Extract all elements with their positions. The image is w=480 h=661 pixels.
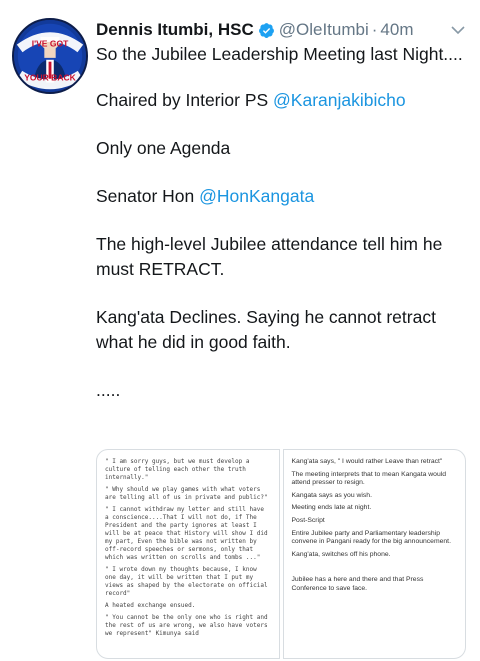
chevron-down-icon[interactable] — [450, 22, 466, 38]
avatar[interactable]: I'VE GOT YOUR BACK — [12, 18, 88, 94]
left-line: " Why should we play games with what vot… — [105, 486, 268, 501]
left-line: " I am sorry guys, but we must develop a… — [105, 458, 250, 481]
senator-text: Senator Hon — [96, 186, 200, 206]
tweet-line-attendance: The high-level Jubilee attendance tell h… — [96, 234, 443, 279]
mention-honkangata[interactable]: @HonKangata — [199, 186, 314, 206]
tweet-line-chaired: Chaired by Interior PS @Karanjakibicho — [96, 88, 466, 113]
chaired-text: Chaired by Interior PS — [96, 90, 274, 110]
right-line: Kangata says as you wish. — [291, 491, 372, 499]
tweet-line-meeting: So the Jubilee Leadership Meeting last N… — [96, 44, 463, 64]
right-line: Entire Jubilee party and Parliamentary l… — [291, 529, 451, 546]
left-line: " You cannot be the only one who is righ… — [105, 614, 268, 637]
right-line: Kang'ata says, " I would rather Leave th… — [291, 458, 443, 465]
tweet-line-declines: Kang'ata Declines. Saying he cannot retr… — [96, 307, 436, 352]
right-line: Jubilee has a here and there and that Pr… — [291, 575, 424, 592]
media-grid: " I am sorry guys, but we must develop a… — [96, 449, 466, 659]
avatar-text-bottom: YOUR BACK — [24, 73, 76, 83]
tweet-line-ellipsis: ..... — [96, 380, 121, 400]
tweet-header: Dennis Itumbi, HSC @OleItumbi · 40m — [96, 16, 466, 44]
tweet-text: So the Jubilee Leadership Meeting last N… — [96, 42, 466, 426]
right-line: Meeting ends late at night. — [291, 504, 372, 512]
media-image-right[interactable]: Kang'ata says, " I would rather Leave th… — [282, 449, 466, 659]
left-line: A heated exchange ensued. — [105, 602, 196, 609]
media-image-left[interactable]: " I am sorry guys, but we must develop a… — [96, 449, 280, 659]
right-line: The meeting interprets that to mean Kang… — [291, 470, 447, 487]
avatar-text-top: I'VE GOT — [32, 39, 69, 49]
tweet-time[interactable]: 40m — [380, 20, 413, 40]
mention-karanjakibicho[interactable]: @Karanjakibicho — [273, 90, 406, 110]
author-handle[interactable]: @OleItumbi — [279, 20, 369, 40]
avatar-image: I'VE GOT YOUR BACK — [14, 20, 86, 92]
tweet-line-agenda: Only one Agenda — [96, 138, 231, 158]
tweet[interactable]: I'VE GOT YOUR BACK Dennis Itumbi, HSC @O… — [0, 0, 480, 661]
left-line: " I wrote down my thoughts because, I kn… — [105, 566, 268, 597]
author-name[interactable]: Dennis Itumbi, HSC — [96, 20, 254, 40]
tweet-line-senator: Senator Hon @HonKangata — [96, 184, 466, 209]
verified-icon — [258, 22, 275, 39]
right-line — [292, 563, 458, 572]
right-line: Kang'ata, switches off his phone. — [291, 550, 391, 558]
separator-dot: · — [371, 20, 378, 39]
left-line: " I cannot withdraw my letter and still … — [105, 506, 268, 561]
right-line: Post-Script — [291, 516, 325, 524]
